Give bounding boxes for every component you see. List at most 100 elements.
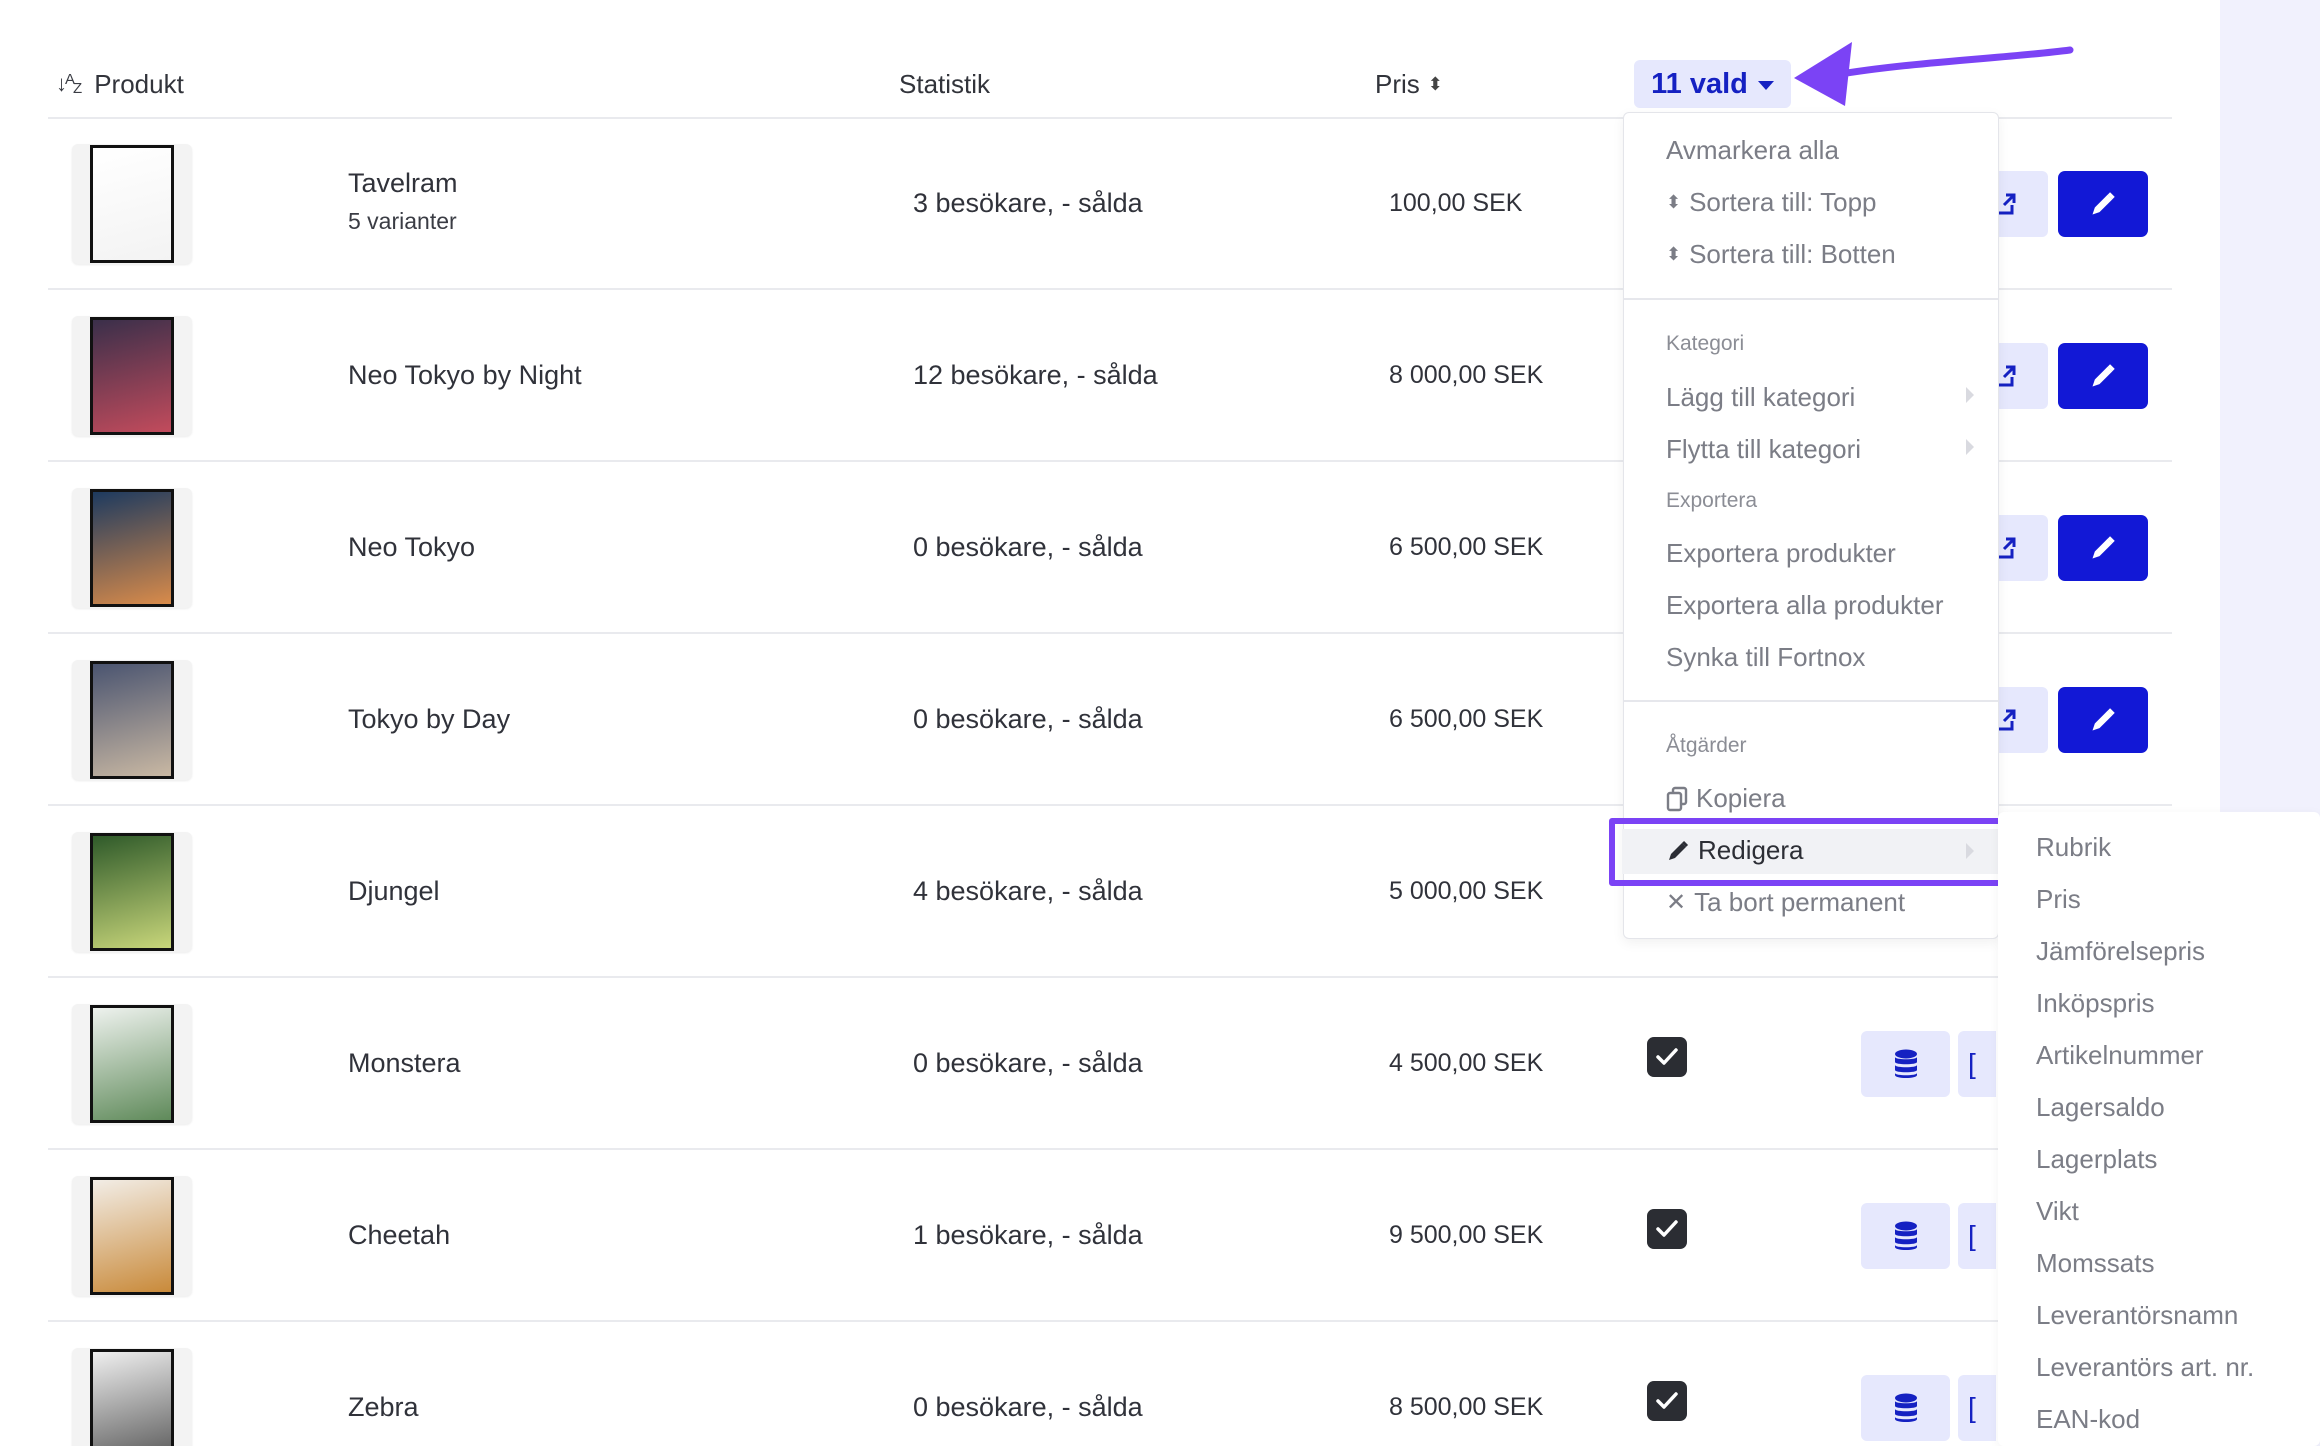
edit-product-button[interactable] xyxy=(2058,343,2148,409)
copy-icon: [ xyxy=(1968,1392,1976,1423)
product-variants: 5 varianter xyxy=(348,208,457,234)
menu-item-delete[interactable]: ✕ Ta bort permanent xyxy=(1666,887,1905,918)
product-thumbnail[interactable] xyxy=(72,488,192,608)
menu-divider xyxy=(1624,700,1998,702)
sort-alpha-icon: ↓AZ xyxy=(56,71,82,97)
product-name[interactable]: Neo Tokyo by Night xyxy=(348,360,582,391)
product-name[interactable]: Djungel xyxy=(348,876,440,907)
selection-dropdown-button[interactable]: 11 vald xyxy=(1634,60,1791,108)
check-icon xyxy=(1656,1392,1678,1409)
product-name[interactable]: Neo Tokyo xyxy=(348,532,475,563)
row-divider xyxy=(48,1148,1998,1150)
product-thumbnail[interactable] xyxy=(72,1176,192,1296)
menu-heading-atgarder: Åtgärder xyxy=(1666,734,1747,757)
inventory-button[interactable] xyxy=(1861,1203,1950,1269)
product-thumbnail[interactable] xyxy=(72,316,192,436)
pencil-icon xyxy=(2092,192,2115,215)
product-price: 4 500,00 SEK xyxy=(1389,1049,1544,1077)
product-price: 100,00 SEK xyxy=(1389,189,1523,217)
row-checkbox[interactable] xyxy=(1647,1037,1687,1077)
pencil-icon xyxy=(2092,364,2115,387)
menu-item-sort-bottom[interactable]: ⬍ Sortera till: Botten xyxy=(1666,239,1896,270)
menu-item-sort-top[interactable]: ⬍ Sortera till: Topp xyxy=(1666,187,1877,218)
copy-icon: [ xyxy=(1968,1220,1976,1251)
submenu-item[interactable]: Jämförelsepris xyxy=(2036,936,2205,967)
product-thumbnail[interactable] xyxy=(72,1004,192,1124)
menu-heading-exportera: Exportera xyxy=(1666,489,1758,512)
database-icon xyxy=(1894,1049,1917,1078)
product-thumbnail[interactable] xyxy=(72,832,192,952)
product-stats: 12 besökare, - sålda xyxy=(913,360,1158,390)
menu-heading-kategori: Kategori xyxy=(1666,332,1745,355)
copy-button[interactable]: [ xyxy=(1958,1375,1996,1441)
product-name[interactable]: Cheetah xyxy=(348,1220,450,1251)
product-name[interactable]: Tavelram xyxy=(348,168,458,199)
submenu-item[interactable]: Inköpspris xyxy=(2036,988,2155,1019)
sort-icon: ⬍ xyxy=(1666,192,1682,212)
product-stats: 0 besökare, - sålda xyxy=(913,1048,1143,1078)
product-thumbnail[interactable] xyxy=(72,660,192,780)
submenu-item[interactable]: Pris xyxy=(2036,884,2081,915)
product-stats: 4 besökare, - sålda xyxy=(913,876,1143,906)
inventory-button[interactable] xyxy=(1861,1375,1950,1441)
product-name[interactable]: Tokyo by Day xyxy=(348,704,510,735)
database-icon xyxy=(1894,1221,1917,1250)
copy-button[interactable]: [ xyxy=(1958,1203,1996,1269)
submenu-item[interactable]: Lagerplats xyxy=(2036,1144,2157,1175)
copy-button[interactable]: [ xyxy=(1958,1031,1996,1097)
product-image xyxy=(90,145,174,263)
column-header-statistik: Statistik xyxy=(899,68,991,99)
edit-product-button[interactable] xyxy=(2058,171,2148,237)
selection-count-label: 11 vald xyxy=(1651,67,1748,100)
pencil-icon xyxy=(2092,708,2115,731)
column-header-pris[interactable]: Pris ⬍ xyxy=(1375,62,1443,106)
edit-product-button[interactable] xyxy=(2058,515,2148,581)
row-checkbox[interactable] xyxy=(1647,1209,1687,1249)
column-header-produkt[interactable]: ↓AZ Produkt xyxy=(56,62,184,106)
product-price: 8 000,00 SEK xyxy=(1389,361,1544,389)
submenu-item[interactable]: Rubrik xyxy=(2036,832,2111,863)
submenu-item[interactable]: Lagersaldo xyxy=(2036,1092,2165,1123)
menu-item-add-category[interactable]: Lägg till kategori xyxy=(1666,382,1855,413)
product-price: 9 500,00 SEK xyxy=(1389,1221,1544,1249)
product-thumbnail[interactable] xyxy=(72,1348,192,1446)
submenu-item[interactable]: Vikt xyxy=(2036,1196,2079,1227)
pencil-icon xyxy=(2092,536,2115,559)
product-stats: 3 besökare, - sålda xyxy=(913,188,1143,218)
menu-item-export-products[interactable]: Exportera produkter xyxy=(1666,538,1896,569)
product-image xyxy=(90,833,174,951)
product-name[interactable]: Monstera xyxy=(348,1048,461,1079)
chevron-right-icon xyxy=(1966,387,1974,403)
menu-item-deselect-all[interactable]: Avmarkera alla xyxy=(1666,135,1839,166)
menu-item-move-category[interactable]: Flytta till kategori xyxy=(1666,434,1861,465)
menu-item-copy[interactable]: Kopiera xyxy=(1666,783,1786,814)
check-icon xyxy=(1656,1048,1678,1065)
product-thumbnail[interactable] xyxy=(72,144,192,264)
close-icon: ✕ xyxy=(1666,889,1687,916)
edit-product-button[interactable] xyxy=(2058,687,2148,753)
product-stats: 1 besökare, - sålda xyxy=(913,1220,1143,1250)
menu-item-sync-fortnox[interactable]: Synka till Fortnox xyxy=(1666,642,1865,673)
row-checkbox[interactable] xyxy=(1647,1381,1687,1421)
menu-divider xyxy=(1624,298,1998,300)
chevron-right-icon xyxy=(1966,439,1974,455)
sort-updown-icon: ⬍ xyxy=(1427,73,1443,94)
product-stats: 0 besökare, - sålda xyxy=(913,532,1143,562)
product-price: 5 000,00 SEK xyxy=(1389,877,1544,905)
product-image xyxy=(90,1177,174,1295)
submenu-item[interactable]: Leverantörs art. nr. xyxy=(2036,1352,2254,1383)
submenu-item[interactable]: Leverantörsnamn xyxy=(2036,1300,2238,1331)
product-name[interactable]: Zebra xyxy=(348,1392,419,1423)
row-divider xyxy=(48,976,1998,978)
sort-icon: ⬍ xyxy=(1666,244,1682,264)
product-image xyxy=(90,317,174,435)
submenu-item[interactable]: Momssats xyxy=(2036,1248,2154,1279)
submenu-item[interactable]: EAN-kod xyxy=(2036,1404,2140,1435)
inventory-button[interactable] xyxy=(1861,1031,1950,1097)
submenu-item[interactable]: Artikelnummer xyxy=(2036,1040,2204,1071)
copy-icon: [ xyxy=(1968,1048,1976,1079)
menu-item-export-all[interactable]: Exportera alla produkter xyxy=(1666,590,1943,621)
product-stats: 0 besökare, - sålda xyxy=(913,1392,1143,1422)
annotation-arrow xyxy=(1794,42,2074,106)
row-divider xyxy=(48,1320,1998,1322)
